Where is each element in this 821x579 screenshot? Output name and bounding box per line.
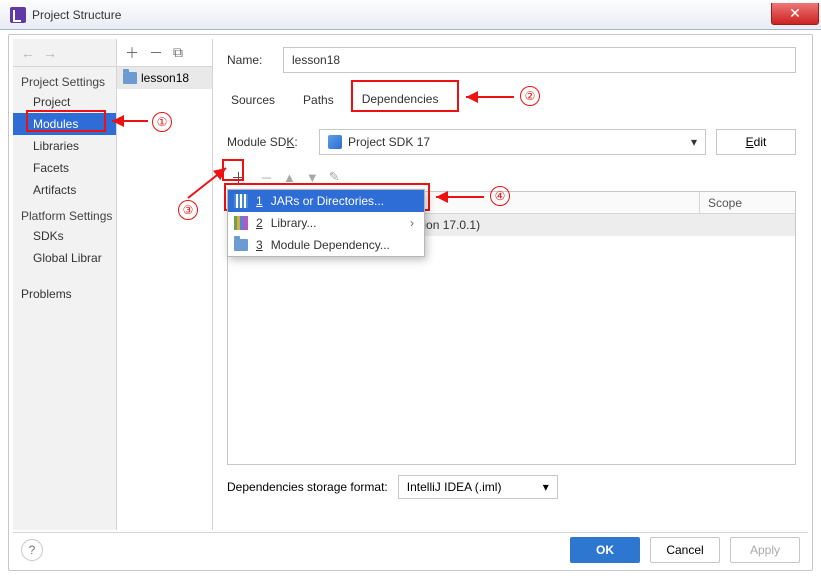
tab-dependencies[interactable]: Dependencies xyxy=(360,88,441,112)
nav-item-modules[interactable]: Modules xyxy=(13,113,116,135)
popup-item-label: Module Dependency... xyxy=(271,238,390,252)
nav-history-toolbar: ← → xyxy=(13,39,116,67)
settings-nav: ← → Project Settings Project Modules Lib… xyxy=(13,39,117,530)
nav-item-facets[interactable]: Facets xyxy=(13,157,116,179)
module-toolbar: ＋ － ⧉ xyxy=(117,39,212,67)
nav-item-global-libs[interactable]: Global Librar xyxy=(13,247,116,269)
nav-section-platform: Platform Settings xyxy=(13,201,116,225)
apply-button[interactable]: Apply xyxy=(730,537,800,563)
dependencies-toolbar: ＋ － ▲ ▼ ✎ xyxy=(227,165,796,189)
dialog-footer: ? OK Cancel Apply xyxy=(13,532,808,566)
cancel-button[interactable]: Cancel xyxy=(650,537,720,563)
nav-item-project[interactable]: Project xyxy=(13,91,116,113)
chevron-down-icon: ▾ xyxy=(691,135,697,149)
chevron-down-icon: ▾ xyxy=(543,480,549,494)
module-item-label: lesson18 xyxy=(141,71,189,85)
dependencies-area: ＋ － ▲ ▼ ✎ Scope 17 (Oracle OpenJDK versi… xyxy=(227,165,796,465)
add-dependency-icon[interactable]: ＋ xyxy=(227,167,250,188)
module-folder-icon xyxy=(123,72,137,84)
back-icon[interactable]: ← xyxy=(21,45,35,61)
module-item[interactable]: lesson18 xyxy=(117,67,212,89)
app-icon xyxy=(10,7,26,23)
tab-sources[interactable]: Sources xyxy=(229,89,277,111)
module-editor: Name: Sources Paths Dependencies Module … xyxy=(213,39,808,530)
move-down-icon[interactable]: ▼ xyxy=(306,170,319,185)
popup-item-jars[interactable]: 1 JARs or Directories... xyxy=(228,190,424,212)
name-label: Name: xyxy=(227,53,283,67)
module-name-input[interactable] xyxy=(283,47,796,73)
module-list: ＋ － ⧉ lesson18 xyxy=(117,39,213,530)
close-button[interactable]: ✕ xyxy=(771,3,819,25)
nav-item-artifacts[interactable]: Artifacts xyxy=(13,179,116,201)
nav-item-problems[interactable]: Problems xyxy=(13,283,116,305)
storage-format-combo[interactable]: IntelliJ IDEA (.iml) ▾ xyxy=(398,475,558,499)
module-sdk-combo[interactable]: Project SDK 17 ▾ xyxy=(319,129,706,155)
module-tabs: Sources Paths Dependencies xyxy=(229,85,796,115)
nav-section-project: Project Settings xyxy=(13,67,116,91)
tab-paths[interactable]: Paths xyxy=(301,89,336,111)
forward-icon[interactable]: → xyxy=(43,45,57,61)
popup-item-label: Library... xyxy=(271,216,317,230)
add-module-icon[interactable]: ＋ xyxy=(125,43,139,63)
module-sdk-label: Module SDK: xyxy=(227,135,309,149)
copy-module-icon[interactable]: ⧉ xyxy=(173,44,183,61)
popup-item-library[interactable]: 2 Library... › xyxy=(228,212,424,234)
ok-button[interactable]: OK xyxy=(570,537,640,563)
scope-header: Scope xyxy=(699,192,795,213)
sdk-icon xyxy=(328,135,342,149)
add-dependency-popup: 1 JARs or Directories... 2 Library... › … xyxy=(227,189,425,257)
nav-item-libraries[interactable]: Libraries xyxy=(13,135,116,157)
remove-module-icon[interactable]: － xyxy=(149,43,163,63)
popup-item-label: JARs or Directories... xyxy=(271,194,384,208)
title-bar: Project Structure ✕ xyxy=(0,0,821,30)
module-dep-icon xyxy=(234,239,248,251)
edit-sdk-button[interactable]: Edit xyxy=(716,129,796,155)
move-up-icon[interactable]: ▲ xyxy=(283,170,296,185)
storage-format-label: Dependencies storage format: xyxy=(227,480,388,494)
module-sdk-value: Project SDK 17 xyxy=(348,135,430,149)
storage-format-value: IntelliJ IDEA (.iml) xyxy=(407,480,502,494)
remove-dependency-icon[interactable]: － xyxy=(260,168,273,187)
edit-dependency-icon[interactable]: ✎ xyxy=(329,169,340,185)
submenu-arrow-icon: › xyxy=(410,216,414,230)
nav-item-sdks[interactable]: SDKs xyxy=(13,225,116,247)
library-icon xyxy=(234,216,248,230)
popup-item-module-dep[interactable]: 3 Module Dependency... xyxy=(228,234,424,256)
dialog-body: ← → Project Settings Project Modules Lib… xyxy=(8,34,813,571)
help-button[interactable]: ? xyxy=(21,539,43,561)
jar-icon xyxy=(234,194,248,208)
window-title: Project Structure xyxy=(32,8,121,22)
